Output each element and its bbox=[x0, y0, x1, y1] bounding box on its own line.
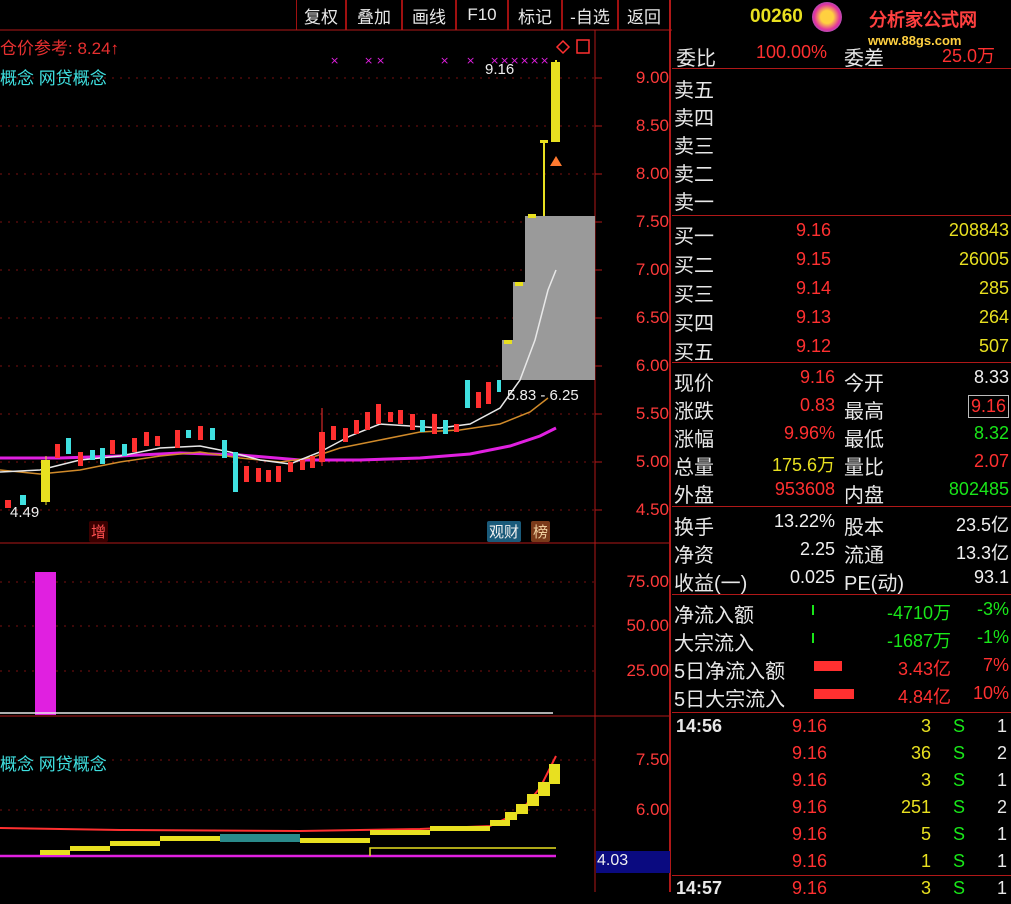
y-axis-label: 4.50 bbox=[635, 500, 669, 519]
vol-axis-label: 50.00 bbox=[626, 616, 669, 635]
tick-time: 14:56 9.16 3 S 1 bbox=[676, 716, 1007, 736]
high-marker: 9.16 bbox=[485, 61, 515, 78]
y-axis-label: 7.50 bbox=[635, 212, 669, 231]
diamond-icon bbox=[555, 39, 571, 55]
y-axis-label: 8.50 bbox=[635, 116, 669, 135]
tick-row: 9.16 3 S 1 bbox=[792, 770, 1007, 790]
bang-tag[interactable]: 榜 bbox=[531, 521, 551, 542]
flow-row: 净流入额 -4710万 -3% bbox=[674, 599, 1009, 627]
low-marker: 4.49 bbox=[10, 504, 40, 521]
quote-row: 总量 175.6万 量比 2.07 bbox=[674, 451, 1009, 479]
quote-row: 涨跌 0.83 最高 9.16 bbox=[672, 393, 1011, 423]
tick-row: 9.16 36 S 2 bbox=[792, 743, 1007, 763]
weibi-row: 委比 100.00% 委差 25.0万 bbox=[676, 42, 996, 70]
sell-row[interactable]: 卖二 bbox=[672, 156, 1011, 186]
buy-row[interactable]: 买二 9.15 26005 bbox=[672, 247, 1011, 277]
buy-signal-icon bbox=[550, 156, 562, 166]
stock-code: 00260 bbox=[750, 6, 803, 27]
quote-row: 外盘 953608 内盘 802485 bbox=[674, 479, 1009, 507]
y-axis-label: 5.50 bbox=[635, 404, 669, 423]
buy-row[interactable]: 买一 9.16 208843 bbox=[672, 218, 1011, 248]
ind-axis-label: 7.50 bbox=[635, 750, 669, 769]
quote-row: 涨幅 9.96% 最低 8.32 bbox=[674, 423, 1009, 451]
watermark-brand: 分析家公式网 bbox=[869, 10, 977, 30]
flow-row: 5日净流入额 3.43亿 7% bbox=[674, 655, 1009, 683]
y-axis-label: 6.50 bbox=[635, 308, 669, 327]
logo-flower-icon bbox=[812, 2, 842, 32]
svg-text:×: × bbox=[364, 54, 373, 67]
fund-row: 换手 13.22% 股本 23.5亿 bbox=[674, 511, 1009, 539]
svg-text:×: × bbox=[330, 54, 339, 67]
tick-row: 9.16 251 S 2 bbox=[792, 797, 1007, 817]
axis-ticks bbox=[595, 77, 602, 511]
candles bbox=[5, 60, 562, 508]
ma-magenta bbox=[0, 426, 557, 462]
sell-row[interactable]: 卖三 bbox=[672, 128, 1011, 158]
y-axis-label: 9.00 bbox=[635, 68, 669, 87]
y-axis-label: 7.00 bbox=[635, 260, 669, 279]
quote-panel: 00260 分析家公式网 www.88gs.com 委比 100.00% 委差 … bbox=[672, 0, 1011, 898]
fund-row: 净资 2.25 流通 13.3亿 bbox=[674, 539, 1009, 567]
svg-text:×: × bbox=[376, 54, 385, 67]
sell-row[interactable]: 卖四 bbox=[672, 100, 1011, 130]
flow-row: 5日大宗流入 4.84亿 10% bbox=[674, 683, 1009, 711]
tick-time: 14:57 9.16 3 S 1 bbox=[676, 878, 1007, 898]
buy-row[interactable]: 买三 9.14 285 bbox=[672, 276, 1011, 306]
range-marker: 5.83 - 6.25 bbox=[507, 387, 579, 404]
ma-white bbox=[0, 269, 557, 473]
ind-axis-label: 6.00 bbox=[635, 800, 669, 819]
x-markers: × × × × × × × × × × × bbox=[330, 54, 549, 67]
tick-row: 9.16 5 S 1 bbox=[792, 824, 1007, 844]
quote-row: 现价 9.16 今开 8.33 bbox=[674, 367, 1009, 395]
ind-current-value: 4.03 bbox=[597, 852, 629, 869]
vol-axis-label: 75.00 bbox=[626, 572, 669, 591]
svg-text:×: × bbox=[540, 54, 549, 67]
square-icon bbox=[576, 39, 590, 54]
y-axis-label: 5.00 bbox=[635, 452, 669, 471]
ref-price-label: 仓价参考: 8.24↑ bbox=[0, 39, 120, 58]
concept-label: 概念 网贷概念 bbox=[0, 69, 107, 88]
chip-blocks bbox=[502, 216, 595, 380]
svg-text:×: × bbox=[520, 54, 529, 67]
volume-bar bbox=[35, 572, 56, 715]
fund-row: 收益(一) 0.025 PE(动) 93.1 bbox=[674, 567, 1009, 595]
buy-row[interactable]: 买五 9.12 507 bbox=[672, 334, 1011, 364]
guancai-tag[interactable]: 观财 bbox=[487, 521, 522, 542]
flow-row: 大宗流入 -1687万 -1% bbox=[674, 627, 1009, 655]
sell-row[interactable]: 卖五 bbox=[672, 72, 1011, 102]
y-axis-label: 8.00 bbox=[635, 164, 669, 183]
svg-text:×: × bbox=[440, 54, 449, 67]
buy-row[interactable]: 买四 9.13 264 bbox=[672, 305, 1011, 335]
sell-row[interactable]: 卖一 bbox=[672, 184, 1011, 214]
vol-axis-label: 25.00 bbox=[626, 661, 669, 680]
ind-teal-steps bbox=[220, 834, 300, 842]
main-grid bbox=[0, 77, 595, 811]
ind-concept-label: 概念 网贷概念 bbox=[0, 755, 107, 774]
tick-row: 9.16 1 S 1 bbox=[792, 851, 1007, 871]
svg-text:×: × bbox=[530, 54, 539, 67]
y-axis-label: 6.00 bbox=[635, 356, 669, 375]
zeng-tag[interactable]: 增 bbox=[89, 521, 109, 542]
svg-text:×: × bbox=[466, 54, 475, 67]
